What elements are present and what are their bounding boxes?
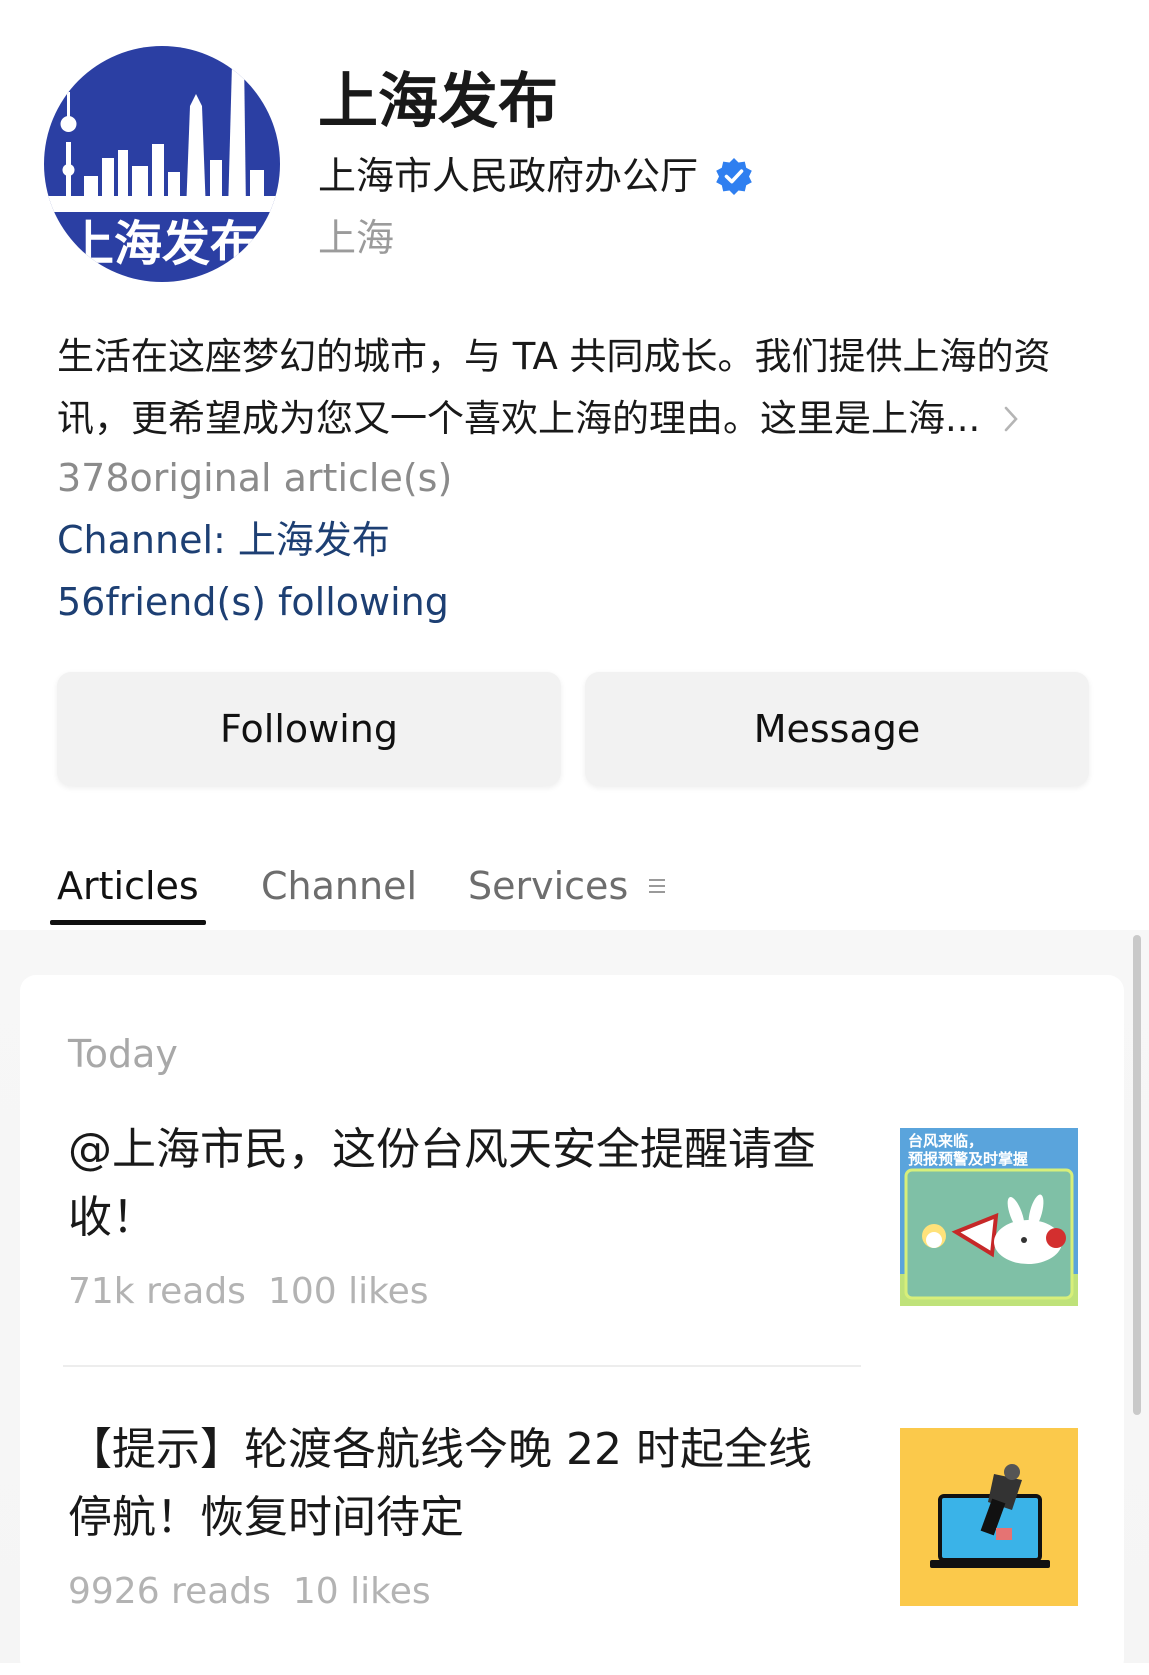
tab-services[interactable]: Services <box>468 858 666 914</box>
article-reads: 9926 reads <box>68 1571 271 1612</box>
account-avatar[interactable]: 上海发布 <box>44 46 280 282</box>
thumbnail-caption-2: 预报预警及时掌握 <box>908 1150 1028 1168</box>
article-title[interactable]: 【提示】轮渡各航线今晚 22 时起全线停航！恢复时间待定 <box>68 1416 848 1552</box>
account-description[interactable]: 生活在这座梦幻的城市，与 TA 共同成长。我们提供上海的资 讯，更希望成为您又一… <box>57 326 1077 450</box>
friends-following-link[interactable]: 56friend(s) following <box>57 574 449 630</box>
channel-link[interactable]: Channel: 上海发布 <box>57 512 390 568</box>
description-line-1: 生活在这座梦幻的城市，与 TA 共同成长。我们提供上海的资 <box>57 335 1051 378</box>
chevron-right-icon[interactable] <box>1002 404 1020 434</box>
article-reads: 71k reads <box>68 1271 246 1312</box>
article-stats: 9926 reads 10 likes <box>68 1566 431 1618</box>
original-articles-count: 378original article(s) <box>57 456 453 500</box>
article-stats: 71k reads 100 likes <box>68 1266 429 1318</box>
article-title[interactable]: @上海市民，这份台风天安全提醒请查收！ <box>68 1116 848 1252</box>
article-thumbnail[interactable]: 台风来临， 预报预警及时掌握 <box>900 1128 1078 1306</box>
tab-channel[interactable]: Channel <box>261 858 417 914</box>
scrollbar[interactable] <box>1133 935 1141 1415</box>
tab-articles[interactable]: Articles <box>57 858 199 914</box>
thumbnail-caption-1: 台风来临， <box>908 1132 983 1150</box>
location: 上海 <box>318 216 395 260</box>
avatar-text: 上海发布 <box>66 216 258 272</box>
account-name: 上海发布 <box>318 67 558 137</box>
description-line-2: 讯，更希望成为您又一个喜欢上海的理由。这里是上海... <box>57 397 981 440</box>
article-divider <box>63 1365 861 1367</box>
menu-icon <box>649 879 666 893</box>
article-likes: 100 likes <box>267 1271 429 1312</box>
owner-row: 上海市人民政府办公厅 <box>318 150 754 202</box>
following-button[interactable]: Following <box>57 672 561 786</box>
article-thumbnail[interactable] <box>900 1428 1078 1606</box>
message-button[interactable]: Message <box>585 672 1089 786</box>
owner-name: 上海市人民政府办公厅 <box>318 154 699 198</box>
article-likes: 10 likes <box>292 1571 431 1612</box>
date-header: Today <box>68 1032 178 1076</box>
verified-badge-icon[interactable] <box>714 156 754 196</box>
active-tab-indicator <box>50 920 206 925</box>
tab-services-label: Services <box>468 864 629 908</box>
